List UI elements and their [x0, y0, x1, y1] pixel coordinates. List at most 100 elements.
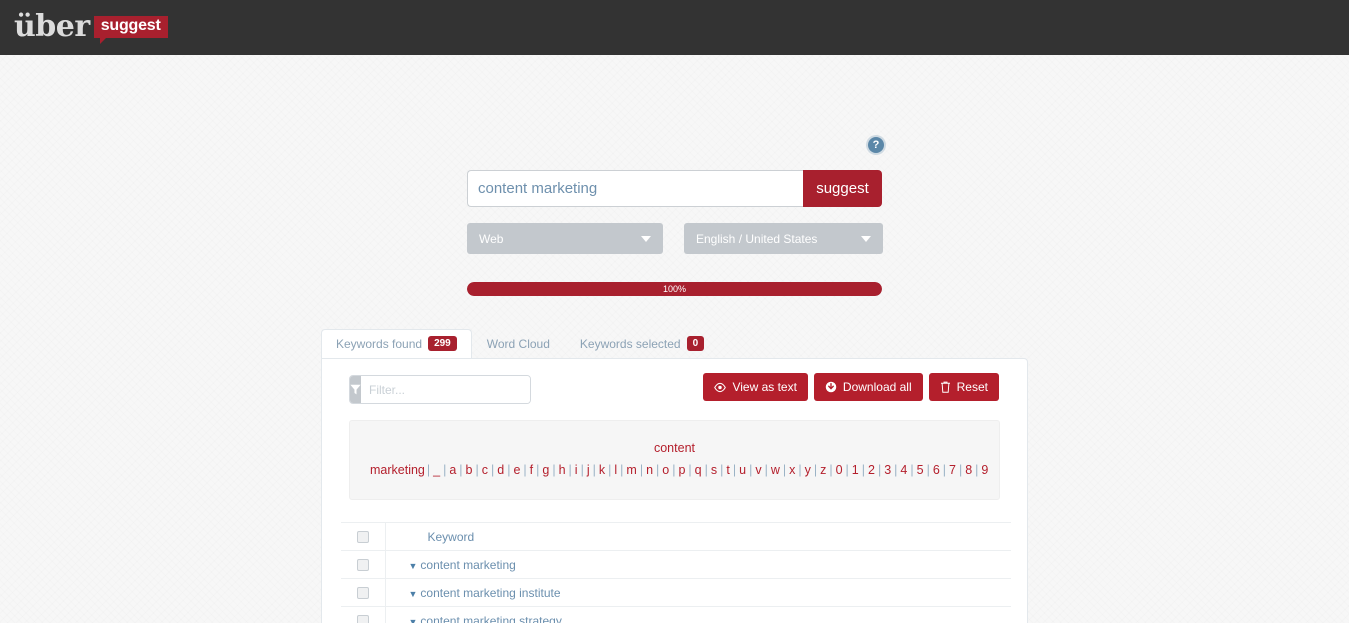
table-row: ▼ content marketing	[341, 550, 1011, 579]
source-select-label: Web	[479, 231, 504, 246]
alphabet-nav-link[interactable]: e	[510, 463, 523, 477]
logo[interactable]: über suggest	[14, 8, 168, 46]
tab-keywords-selected-badge: 0	[686, 336, 705, 351]
alphabet-nav-link[interactable]: j	[584, 463, 593, 477]
tab-keywords-selected-label: Keywords selected	[579, 336, 681, 351]
alphabet-nav-link[interactable]: s	[708, 463, 720, 477]
alphabet-nav-link[interactable]: g	[539, 463, 552, 477]
tab-keywords-selected[interactable]: Keywords selected 0	[565, 329, 719, 359]
keyword-text[interactable]: content marketing	[420, 558, 515, 572]
keyword-cell: ▼ content marketing institute	[385, 578, 1011, 607]
select-all-checkbox[interactable]	[356, 531, 369, 544]
alphabet-nav-link[interactable]: 5	[914, 463, 927, 477]
alphabet-nav-link[interactable]: t	[723, 463, 732, 477]
results-toolbar: View as text Download all Reset	[322, 359, 1027, 415]
keyword-text[interactable]: content marketing institute	[420, 586, 560, 600]
alphabet-nav-link[interactable]: y	[802, 463, 814, 477]
language-select-label: English / United States	[696, 231, 818, 246]
alphabet-nav-link[interactable]: d	[494, 463, 507, 477]
alphabet-nav-link[interactable]: 8	[962, 463, 975, 477]
alphabet-nav-link[interactable]: b	[463, 463, 476, 477]
table-row: ▼ content marketing strategy	[341, 606, 1011, 623]
search-input[interactable]	[467, 170, 803, 207]
alphabet-nav-link[interactable]: 4	[897, 463, 910, 477]
select-all-cell	[341, 522, 386, 551]
question-mark-icon[interactable]: ?	[868, 137, 884, 153]
alphabet-nav-link[interactable]: 6	[930, 463, 943, 477]
row-select-cell	[341, 578, 386, 607]
eye-icon	[714, 382, 727, 392]
reset-button[interactable]: Reset	[928, 373, 999, 401]
table-header-row: Keyword	[341, 522, 1011, 551]
tab-word-cloud-label: Word Cloud	[486, 337, 550, 351]
expand-caret-icon[interactable]: ▼	[409, 561, 418, 571]
download-icon	[825, 381, 837, 393]
alphabet-nav-link[interactable]: m	[623, 463, 639, 477]
view-as-text-button[interactable]: View as text	[703, 373, 808, 401]
logo-badge-wrapper: suggest	[93, 16, 168, 44]
row-checkbox[interactable]	[356, 615, 369, 623]
progress-bar-track: 100%	[467, 282, 882, 296]
keywords-table: Keyword ▼ content marketing ▼ content marke…	[341, 522, 1011, 623]
alphabet-nav-link[interactable]: p	[675, 463, 688, 477]
alphabet-nav-link[interactable]: 1	[849, 463, 862, 477]
keyword-cell: ▼ content marketing strategy	[385, 606, 1011, 623]
logo-text-suggest: suggest	[93, 16, 168, 38]
download-all-label: Download all	[842, 380, 912, 394]
language-select[interactable]: English / United States	[684, 223, 883, 254]
alphabet-nav-link[interactable]: v	[752, 463, 764, 477]
alphabet-nav-link[interactable]: o	[659, 463, 672, 477]
progress-bar-fill: 100%	[467, 282, 882, 296]
suggest-button[interactable]: suggest	[803, 170, 882, 207]
alphabet-nav-link[interactable]: w	[768, 463, 783, 477]
toolbar-buttons: View as text Download all Reset	[703, 373, 999, 401]
funnel-icon	[350, 376, 361, 403]
results-panel: View as text Download all Reset	[321, 358, 1028, 623]
row-select-cell	[341, 606, 386, 623]
keywords-table-body: ▼ content marketing ▼ content marketing ins…	[341, 550, 1011, 623]
alphabet-nav-link[interactable]: 0	[833, 463, 846, 477]
alphabet-nav-link[interactable]: a	[446, 463, 459, 477]
alphabet-nav-link[interactable]: n	[643, 463, 656, 477]
alphabet-nav-link[interactable]: u	[736, 463, 749, 477]
site-header: über suggest	[0, 0, 1349, 55]
keyword-text[interactable]: content marketing strategy	[420, 614, 561, 623]
tab-keywords-found-label: Keywords found	[336, 336, 423, 351]
row-checkbox[interactable]	[356, 559, 369, 572]
alphabet-nav-link[interactable]: l	[611, 463, 620, 477]
download-all-button[interactable]: Download all	[813, 373, 923, 401]
alphabet-nav-link[interactable]: f	[527, 463, 536, 477]
tab-keywords-found[interactable]: Keywords found 299	[321, 329, 472, 359]
chevron-down-icon	[861, 235, 871, 242]
tab-word-cloud[interactable]: Word Cloud	[472, 330, 565, 359]
search-form: suggest	[467, 170, 882, 207]
alphabet-nav-link[interactable]: z	[817, 463, 829, 477]
expand-caret-icon[interactable]: ▼	[409, 589, 418, 599]
alphabet-nav-link[interactable]: k	[596, 463, 608, 477]
reset-label: Reset	[956, 380, 988, 394]
tab-keywords-found-badge: 299	[428, 336, 457, 351]
row-checkbox[interactable]	[356, 587, 369, 600]
alphabet-nav-link[interactable]: i	[572, 463, 581, 477]
row-select-cell	[341, 550, 386, 579]
alphabet-nav-link[interactable]: _	[430, 463, 443, 477]
table-row: ▼ content marketing institute	[341, 578, 1011, 607]
alphabet-navigation: content marketing | _ | a | b | c | d | e | f | g | h | i | j |…	[349, 420, 1000, 500]
alphabet-nav-link[interactable]: 7	[946, 463, 959, 477]
alphabet-nav-link[interactable]: x	[786, 463, 798, 477]
trash-icon	[940, 381, 950, 393]
results-tabs: Keywords found 299 Word Cloud Keywords s…	[321, 329, 719, 359]
view-as-text-label: View as text	[732, 380, 797, 394]
alphabet-nav-link[interactable]: c	[479, 463, 491, 477]
alphabet-nav-link[interactable]: 9	[978, 463, 991, 477]
expand-caret-icon[interactable]: ▼	[409, 617, 418, 623]
filter-input[interactable]	[361, 376, 530, 403]
chevron-down-icon	[641, 235, 651, 242]
alphabet-nav-link[interactable]: q	[692, 463, 705, 477]
alphabet-nav-link[interactable]: h	[556, 463, 569, 477]
alphabet-nav-link[interactable]: 3	[881, 463, 894, 477]
alphabet-nav-link[interactable]: 2	[865, 463, 878, 477]
logo-text-uber: über	[14, 9, 90, 44]
filter-group	[349, 375, 531, 404]
source-select[interactable]: Web	[467, 223, 663, 254]
